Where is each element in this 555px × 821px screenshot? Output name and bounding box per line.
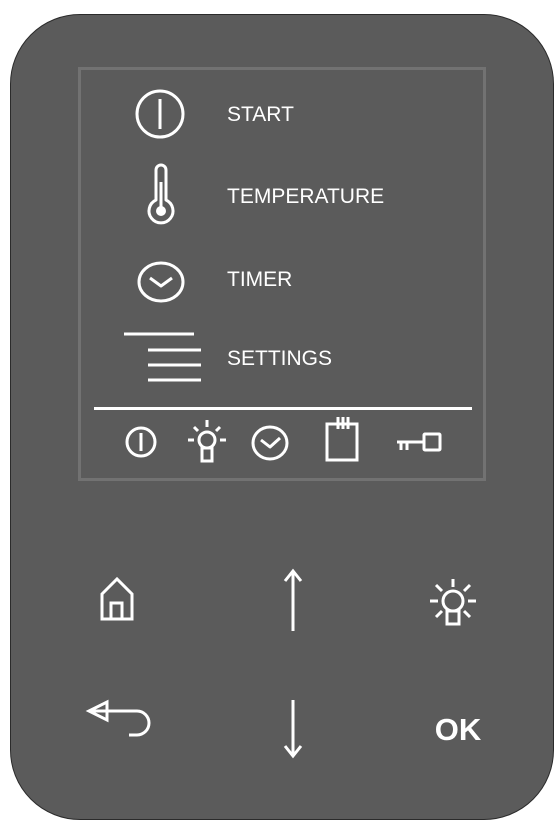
arrow-up-icon: [283, 568, 303, 631]
menu-item-temperature[interactable]: TEMPERATURE: [227, 186, 384, 207]
timer-status-icon: [250, 424, 290, 462]
divider: [94, 407, 472, 410]
menu-item-settings[interactable]: SETTINGS: [227, 348, 332, 369]
arrow-down-icon: [283, 700, 303, 759]
home-button[interactable]: [92, 568, 142, 628]
back-arrow-icon: [85, 699, 151, 737]
light-button[interactable]: [425, 575, 481, 631]
up-button[interactable]: [275, 565, 311, 635]
ok-label: OK: [434, 712, 482, 747]
home-icon: [100, 576, 134, 621]
light-bulb-icon: [430, 579, 476, 626]
ok-button[interactable]: OK: [422, 708, 494, 752]
menu-item-timer[interactable]: TIMER: [227, 269, 292, 290]
power-status-icon: [124, 425, 158, 459]
menu-item-start[interactable]: START: [227, 104, 294, 125]
key-lock-status-icon: [395, 432, 445, 458]
power-icon[interactable]: [133, 87, 187, 141]
settings-lines-icon[interactable]: [122, 331, 204, 383]
clock-icon[interactable]: [136, 259, 186, 305]
down-button[interactable]: [275, 697, 311, 761]
back-button[interactable]: [84, 698, 158, 750]
light-status-icon: [186, 418, 228, 466]
thermometer-icon[interactable]: [141, 163, 181, 228]
calendar-status-icon: [325, 416, 361, 464]
